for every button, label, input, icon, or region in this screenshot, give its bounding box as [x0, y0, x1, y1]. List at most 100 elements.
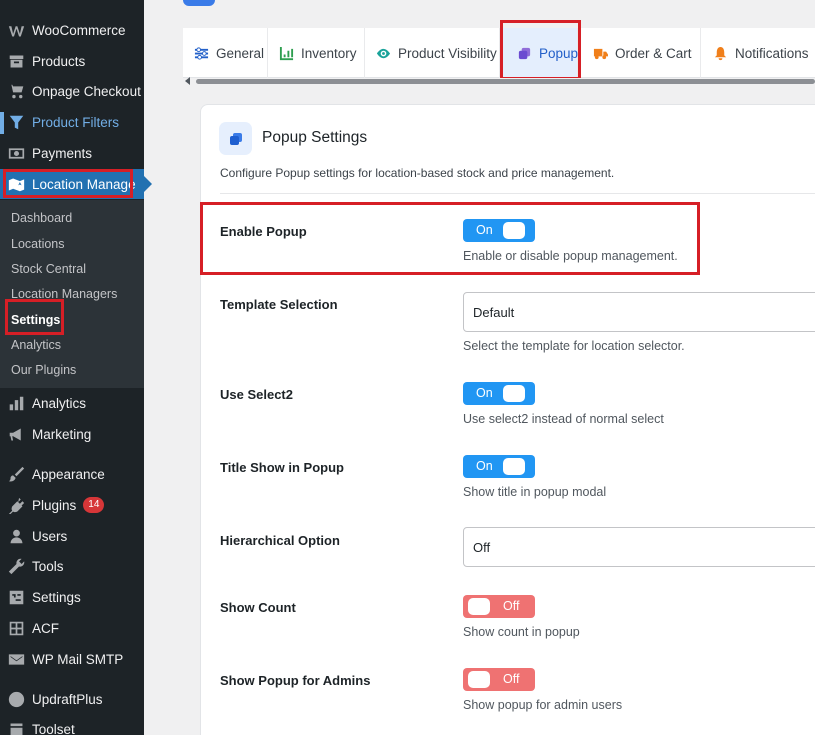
submenu-dashboard[interactable]: Dashboard: [11, 211, 72, 225]
tab-order-cart[interactable]: Order & Cart: [581, 28, 701, 78]
acf-icon: [7, 619, 25, 637]
menu-label: Onpage Checkout: [32, 83, 141, 99]
menu-appearance[interactable]: Appearance: [0, 459, 144, 489]
enable-popup-label: Enable Popup: [220, 224, 307, 239]
tab-notifications[interactable]: Notifications: [701, 28, 815, 78]
menu-label: Appearance: [32, 466, 105, 482]
settings-icon: [7, 588, 25, 606]
menu-label: Location Manage: [32, 176, 136, 192]
menu-onpage-checkout[interactable]: Onpage Checkout: [0, 76, 144, 106]
bell-icon: [713, 46, 728, 61]
menu-marketing[interactable]: Marketing: [0, 419, 144, 449]
toggle-knob: [468, 598, 490, 615]
tab-popup[interactable]: Popup: [503, 28, 578, 78]
menu-label: Settings: [32, 589, 81, 605]
menu-products[interactable]: Products: [0, 46, 144, 76]
title-show-toggle[interactable]: On: [463, 455, 535, 478]
toggle-knob: [503, 385, 525, 402]
toolset-icon: [7, 720, 25, 735]
menu-users[interactable]: Users: [0, 521, 144, 551]
money-icon: [7, 144, 25, 162]
show-admins-toggle[interactable]: Off: [463, 668, 535, 691]
menu-label: Plugins: [32, 497, 77, 513]
inventory-chart-icon: [279, 46, 294, 61]
select-value: Default: [473, 304, 515, 320]
menu-analytics[interactable]: Analytics: [0, 388, 144, 418]
truck-icon: [593, 46, 608, 61]
use-select2-help: Use select2 instead of normal select: [463, 412, 664, 426]
menu-location-manage[interactable]: Location Manage: [0, 169, 152, 199]
wrench-icon: [7, 557, 25, 575]
enable-popup-toggle[interactable]: On: [463, 219, 535, 242]
menu-settings[interactable]: Settings: [0, 582, 144, 612]
update-count-badge: 14: [83, 497, 105, 513]
title-show-help: Show title in popup modal: [463, 485, 607, 499]
tab-inventory[interactable]: Inventory: [268, 28, 365, 78]
filter-icon: [7, 113, 25, 131]
menu-toolset[interactable]: Toolset: [0, 714, 144, 735]
admin-sidebar: WooCommerce Products Onpage Checkout Pro…: [0, 0, 152, 735]
menu-tools[interactable]: Tools: [0, 551, 144, 581]
submenu-analytics[interactable]: Analytics: [11, 338, 61, 352]
toggle-state: Off: [503, 672, 520, 686]
submenu-our-plugins[interactable]: Our Plugins: [11, 363, 76, 377]
user-icon: [7, 527, 25, 545]
scroll-left-arrow[interactable]: [185, 77, 190, 85]
menu-payments[interactable]: Payments: [0, 138, 144, 168]
submenu-settings[interactable]: Settings: [11, 313, 60, 327]
submenu-location-managers[interactable]: Location Managers: [11, 287, 117, 301]
menu-woocommerce[interactable]: WooCommerce: [0, 15, 144, 45]
tab-general[interactable]: General: [183, 28, 268, 78]
toggle-state: On: [476, 386, 493, 400]
show-count-label: Show Count: [220, 600, 296, 615]
tab-product-visibility[interactable]: Product Visibility: [365, 28, 500, 78]
eye-icon: [376, 46, 391, 61]
menu-label: UpdraftPlus: [32, 691, 103, 707]
show-admins-label: Show Popup for Admins: [220, 673, 371, 688]
bar-chart-icon: [7, 394, 25, 412]
tab-label: Notifications: [735, 45, 809, 61]
mail-icon: [7, 650, 25, 668]
menu-label: Analytics: [32, 395, 87, 411]
use-select2-toggle[interactable]: On: [463, 382, 535, 405]
woo-icon: [7, 21, 25, 39]
menu-wp-mail-smtp[interactable]: WP Mail SMTP: [0, 644, 144, 674]
tab-label: Order & Cart: [615, 45, 692, 61]
divider: [220, 193, 815, 194]
updraft-icon: [7, 690, 25, 708]
select-value: Off: [473, 539, 491, 555]
window-icon: [517, 46, 532, 61]
menu-label: Marketing: [32, 426, 92, 442]
toggle-state: On: [476, 459, 493, 473]
scrollbar-thumb[interactable]: [196, 79, 815, 84]
template-selection-help: Select the template for location selecto…: [463, 339, 685, 353]
show-count-help: Show count in popup: [463, 625, 580, 639]
menu-product-filters[interactable]: Product Filters: [0, 107, 144, 137]
hierarchical-label: Hierarchical Option: [220, 533, 340, 548]
menu-label: Tools: [32, 558, 64, 574]
toggle-knob: [468, 671, 490, 688]
cart-icon: [7, 82, 25, 100]
menu-acf[interactable]: ACF: [0, 613, 144, 643]
show-admins-help: Show popup for admin users: [463, 698, 623, 712]
sliders-icon: [194, 46, 209, 61]
popup-icon: [219, 122, 252, 155]
menu-label: WP Mail SMTP: [32, 651, 124, 667]
menu-plugins[interactable]: Plugins 14: [0, 490, 144, 520]
tab-label: General: [216, 45, 265, 61]
template-select[interactable]: Default: [463, 292, 815, 332]
menu-updraftplus[interactable]: UpdraftPlus: [0, 684, 144, 714]
title-show-label: Title Show in Popup: [220, 460, 344, 475]
menu-label: Users: [32, 528, 68, 544]
tab-label: Popup: [539, 45, 579, 61]
show-count-toggle[interactable]: Off: [463, 595, 535, 618]
tab-label: Product Visibility: [398, 45, 497, 61]
hierarchical-select[interactable]: Off: [463, 527, 815, 567]
toggle-knob: [503, 222, 525, 239]
submenu-stock-central[interactable]: Stock Central: [11, 262, 86, 276]
tab-label: Inventory: [301, 45, 357, 61]
enable-popup-help: Enable or disable popup management.: [463, 249, 678, 263]
submenu-locations[interactable]: Locations: [11, 237, 65, 251]
template-selection-label: Template Selection: [220, 297, 338, 312]
settings-tabbar: General Inventory Product Visibility Pop…: [183, 28, 815, 78]
